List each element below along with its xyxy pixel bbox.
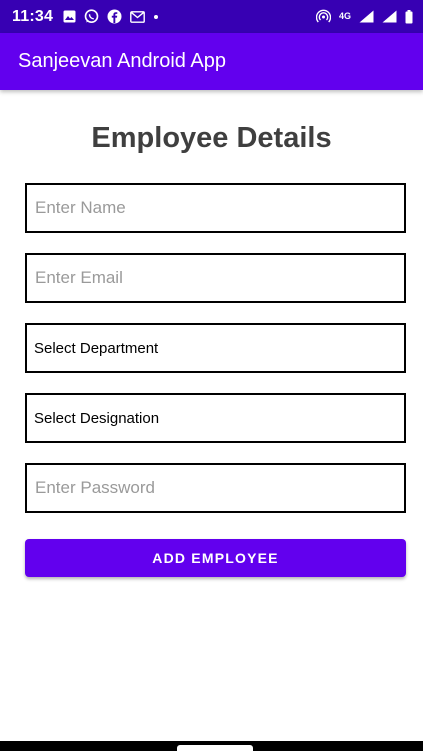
name-input[interactable] — [35, 198, 404, 218]
hotspot-icon — [315, 9, 331, 24]
home-gesture-pill[interactable] — [177, 745, 253, 751]
password-field[interactable] — [25, 463, 406, 513]
network-4g-icon: 4G — [339, 12, 351, 21]
image-icon — [63, 10, 76, 23]
designation-select-label: Select Designation — [34, 409, 160, 427]
email-field[interactable] — [25, 253, 406, 303]
app-screen: 11:34 4G Sanjeevan Android App Employee … — [0, 0, 423, 751]
app-bar: Sanjeevan Android App — [0, 33, 423, 90]
notification-icons — [63, 9, 159, 24]
department-select[interactable]: Select Department — [25, 323, 406, 373]
department-select-label: Select Department — [34, 339, 159, 357]
cell-signal-icon — [382, 10, 397, 23]
whatsapp-icon — [84, 9, 99, 24]
email-input[interactable] — [35, 268, 404, 288]
dot-icon — [153, 14, 159, 20]
network-label: 4G — [338, 11, 351, 21]
add-employee-button[interactable]: ADD EMPLOYEE — [25, 539, 406, 577]
gmail-icon — [130, 10, 145, 23]
facebook-icon — [107, 9, 122, 24]
page-title: Employee Details — [91, 122, 332, 154]
password-input[interactable] — [35, 478, 404, 498]
system-icons: 4G — [315, 9, 413, 24]
app-title: Sanjeevan Android App — [18, 50, 226, 72]
wifi-signal-icon — [359, 10, 374, 23]
name-field[interactable] — [25, 183, 406, 233]
status-bar: 11:34 4G — [0, 0, 423, 33]
designation-select[interactable]: Select Designation — [25, 393, 406, 443]
battery-icon — [405, 9, 413, 24]
status-time: 11:34 — [12, 7, 54, 25]
